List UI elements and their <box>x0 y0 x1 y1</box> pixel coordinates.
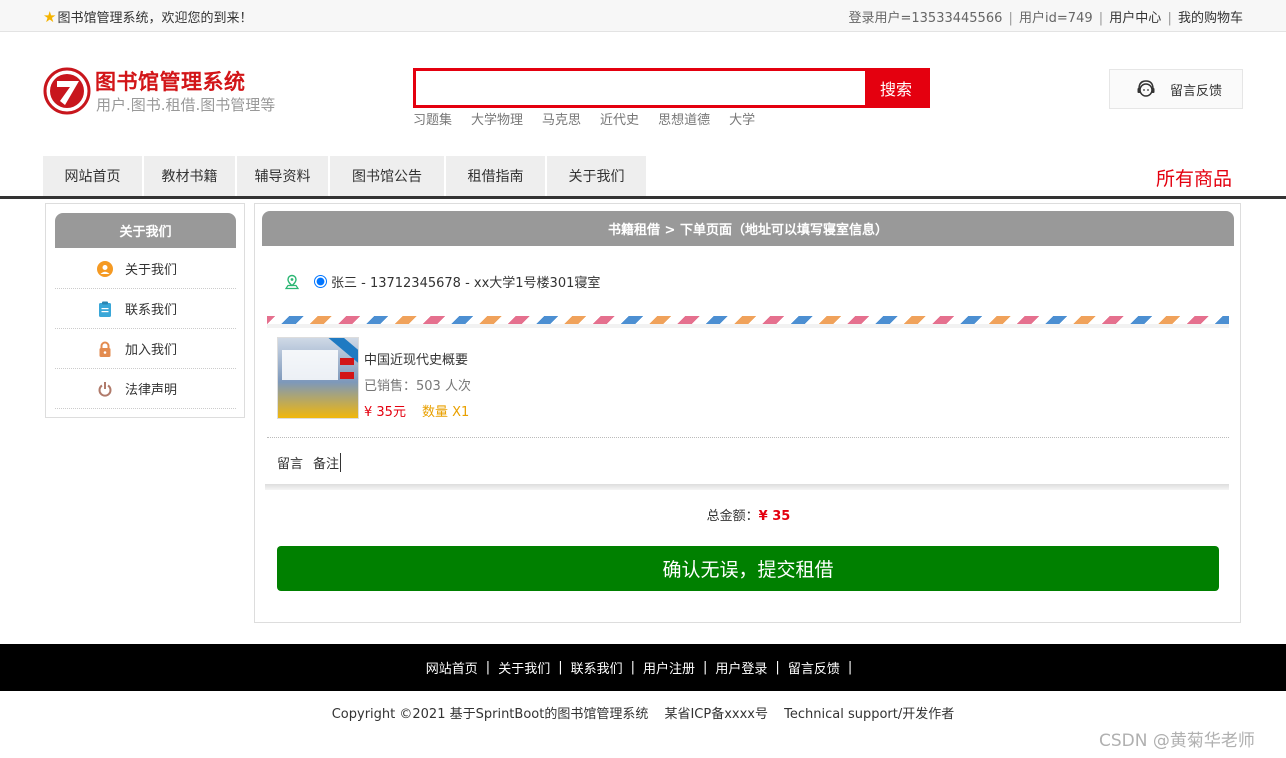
nav-divider <box>0 196 1286 199</box>
hot-word-link[interactable]: 思想道德 <box>658 109 710 128</box>
feedback-button[interactable]: 留言反馈 <box>1109 69 1243 109</box>
sidebar-item-legal[interactable]: 法律声明 <box>55 369 236 409</box>
lock-icon <box>97 341 113 357</box>
total-amount: ¥ 35 <box>758 509 791 524</box>
location-pin-icon <box>284 274 300 289</box>
search-box: 搜索 <box>413 68 930 108</box>
welcome-text: 图书馆管理系统，欢迎您的到来！ <box>57 11 253 26</box>
site-subtitle: 用户.图书.租借.图书管理等 <box>96 96 276 114</box>
welcome-message: ★ 图书馆管理系统，欢迎您的到来！ <box>43 7 253 27</box>
search-button[interactable]: 搜索 <box>865 71 927 105</box>
footer-link-contact[interactable]: 联系我们 <box>571 658 623 677</box>
product-name[interactable]: 中国近现代史概要 <box>364 349 468 368</box>
nav-item-home[interactable]: 网站首页 <box>43 156 142 196</box>
nav-item-about[interactable]: 关于我们 <box>547 156 646 196</box>
hot-word-link[interactable]: 马克思 <box>542 109 581 128</box>
search-input[interactable] <box>416 71 865 105</box>
feedback-label: 留言反馈 <box>1170 83 1223 99</box>
user-id-text: 用户id=749 <box>1019 11 1093 26</box>
sidebar-item-contact[interactable]: 联系我们 <box>55 289 236 329</box>
footer-link-login[interactable]: 用户登录 <box>715 658 767 677</box>
total-row: 总金额：¥ 35 <box>255 505 1242 524</box>
hot-word-link[interactable]: 大学 <box>729 109 755 128</box>
product-quantity: 数量 X1 <box>422 405 470 420</box>
sidebar-item-join[interactable]: 加入我们 <box>55 329 236 369</box>
user-center-link[interactable]: 用户中心 <box>1109 11 1161 26</box>
hot-word-link[interactable]: 近代史 <box>600 109 639 128</box>
hot-words: 习题集 大学物理 马克思 近代史 思想道德 大学 <box>413 109 755 128</box>
nav-item-guide[interactable]: 租借指南 <box>446 156 545 196</box>
address-radio[interactable] <box>314 275 327 288</box>
note-label: 留言 <box>277 457 304 472</box>
watermark: CSDN @黄菊华老师 <box>1099 731 1255 751</box>
footer-link-feedback[interactable]: 留言反馈 <box>788 658 840 677</box>
address-row: 张三 - 13712345678 - xx大学1号楼301寝室 <box>284 272 600 291</box>
hot-word-link[interactable]: 大学物理 <box>471 109 523 128</box>
nav-item-tutoring[interactable]: 辅导资料 <box>237 156 328 196</box>
sidebar-item-label: 关于我们 <box>125 263 178 278</box>
order-breadcrumb: 书籍租借 > 下单页面（地址可以填写寝室信息） <box>262 211 1234 246</box>
note-input[interactable]: 备注 <box>313 453 342 472</box>
footer-link-about[interactable]: 关于我们 <box>498 658 550 677</box>
order-panel: 书籍租借 > 下单页面（地址可以填写寝室信息） 张三 - 13712345678… <box>254 203 1241 623</box>
product-price: ¥ 35元 <box>364 405 406 420</box>
sidebar-item-label: 加入我们 <box>125 343 178 358</box>
submit-rental-button[interactable]: 确认无误，提交租借 <box>277 546 1219 591</box>
support-text: Technical support/开发作者 <box>784 707 955 722</box>
sidebar-item-label: 法律声明 <box>125 383 178 398</box>
user-links: 登录用户=13533445566 | 用户id=749 | 用户中心 | 我的购… <box>848 11 1244 26</box>
site-title: 图书馆管理系统 <box>95 70 246 94</box>
sidebar-item-about[interactable]: 关于我们 <box>55 249 236 289</box>
sidebar-item-label: 联系我们 <box>125 303 178 318</box>
nav-item-textbooks[interactable]: 教材书籍 <box>144 156 235 196</box>
copyright: Copyright ©2021 基于SprintBoot的图书馆管理系统 某省I… <box>0 703 1286 722</box>
footer-link-register[interactable]: 用户注册 <box>643 658 695 677</box>
footer-nav: 网站首页 | 关于我们 | 联系我们 | 用户注册 | 用户登录 | 留言反馈 … <box>0 644 1286 691</box>
nav-item-notice[interactable]: 图书馆公告 <box>330 156 444 196</box>
product-sold: 已销售：503 人次 <box>364 379 471 394</box>
divider <box>267 437 1229 438</box>
customer-service-icon <box>1137 80 1155 97</box>
cart-link[interactable]: 我的购物车 <box>1178 11 1243 26</box>
address-text: 张三 - 13712345678 - xx大学1号楼301寝室 <box>331 276 601 291</box>
envelope-border <box>267 316 1229 324</box>
footer-link-home[interactable]: 网站首页 <box>426 658 478 677</box>
sidebar-title: 关于我们 <box>55 213 236 248</box>
divider <box>265 484 1229 490</box>
copyright-text: Copyright ©2021 基于SprintBoot的图书馆管理系统 <box>331 707 649 722</box>
site-logo[interactable] <box>43 67 91 115</box>
note-row: 留言 备注 <box>277 453 342 472</box>
main-nav: 网站首页 教材书籍 辅导资料 图书馆公告 租借指南 关于我们 <box>43 156 648 196</box>
power-icon <box>97 381 113 397</box>
hot-word-link[interactable]: 习题集 <box>413 109 452 128</box>
top-bar: ★ 图书馆管理系统，欢迎您的到来！ 登录用户=13533445566 | 用户i… <box>0 0 1286 32</box>
star-icon: ★ <box>43 7 57 26</box>
clipboard-icon <box>97 301 113 317</box>
icp-text: 某省ICP备xxxx号 <box>664 707 768 722</box>
user-circle-icon <box>97 260 113 277</box>
sidebar: 关于我们 关于我们 联系我们 加入我们 法律声明 <box>45 203 245 418</box>
total-label: 总金额： <box>706 509 759 524</box>
product-thumbnail[interactable] <box>277 337 359 419</box>
login-user-text: 登录用户=13533445566 <box>848 11 1003 26</box>
all-goods-link[interactable]: 所有商品 <box>1156 164 1232 191</box>
